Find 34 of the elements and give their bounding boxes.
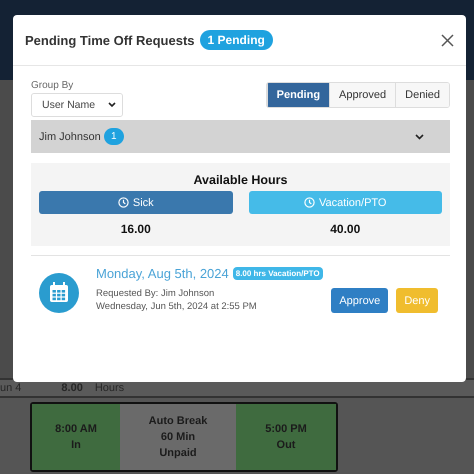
calendar-icon bbox=[39, 273, 79, 313]
punch-text: 60 Min bbox=[160, 431, 196, 443]
dialog-title: Pending Time Off Requests bbox=[25, 32, 195, 48]
group-by-select[interactable]: User Name bbox=[31, 93, 123, 117]
punch-text: Unpaid bbox=[159, 447, 197, 459]
group-row[interactable]: Jim Johnson 1 bbox=[31, 120, 450, 153]
count-badge: 1 bbox=[104, 128, 124, 145]
status-tab[interactable]: Approved bbox=[329, 83, 396, 107]
clock-icon bbox=[304, 197, 316, 208]
request-date: Monday, Aug 5th, 2024 bbox=[96, 266, 229, 281]
status-tab[interactable]: Pending bbox=[266, 83, 330, 107]
close-button[interactable] bbox=[439, 32, 456, 48]
punch-text: Out bbox=[276, 439, 296, 451]
punch-text: Auto Break bbox=[148, 415, 208, 427]
requested-by: Requested By: Jim Johnson bbox=[96, 288, 216, 299]
approve-button[interactable]: Approve bbox=[331, 288, 388, 313]
status-tab[interactable]: Denied bbox=[395, 83, 449, 107]
clock-icon bbox=[118, 197, 129, 208]
punch-text: 5:00 PM bbox=[265, 423, 307, 435]
punch-text: 8:00 AM bbox=[55, 423, 97, 435]
request-tag: 8.00 hrs Vacation/PTO bbox=[232, 267, 323, 280]
leave-type-label: Sick bbox=[132, 196, 154, 208]
close-icon bbox=[441, 34, 454, 46]
group-name: Jim Johnson bbox=[39, 130, 101, 142]
hours-title: Available Hours bbox=[193, 173, 288, 187]
punch-text: In bbox=[71, 439, 81, 451]
chevron-icon bbox=[415, 134, 424, 140]
chevron-icon bbox=[108, 102, 116, 108]
hours-value: 16.00 bbox=[120, 222, 151, 236]
group-by-label: Group By bbox=[31, 80, 74, 91]
hours-value: 40.00 bbox=[330, 222, 360, 236]
pending-badge: 1 Pending bbox=[200, 30, 273, 50]
request-timestamp: Wednesday, Jun 5th, 2024 at 2:55 PM bbox=[96, 301, 257, 312]
leave-type-label: Vacation/PTO bbox=[319, 196, 386, 208]
